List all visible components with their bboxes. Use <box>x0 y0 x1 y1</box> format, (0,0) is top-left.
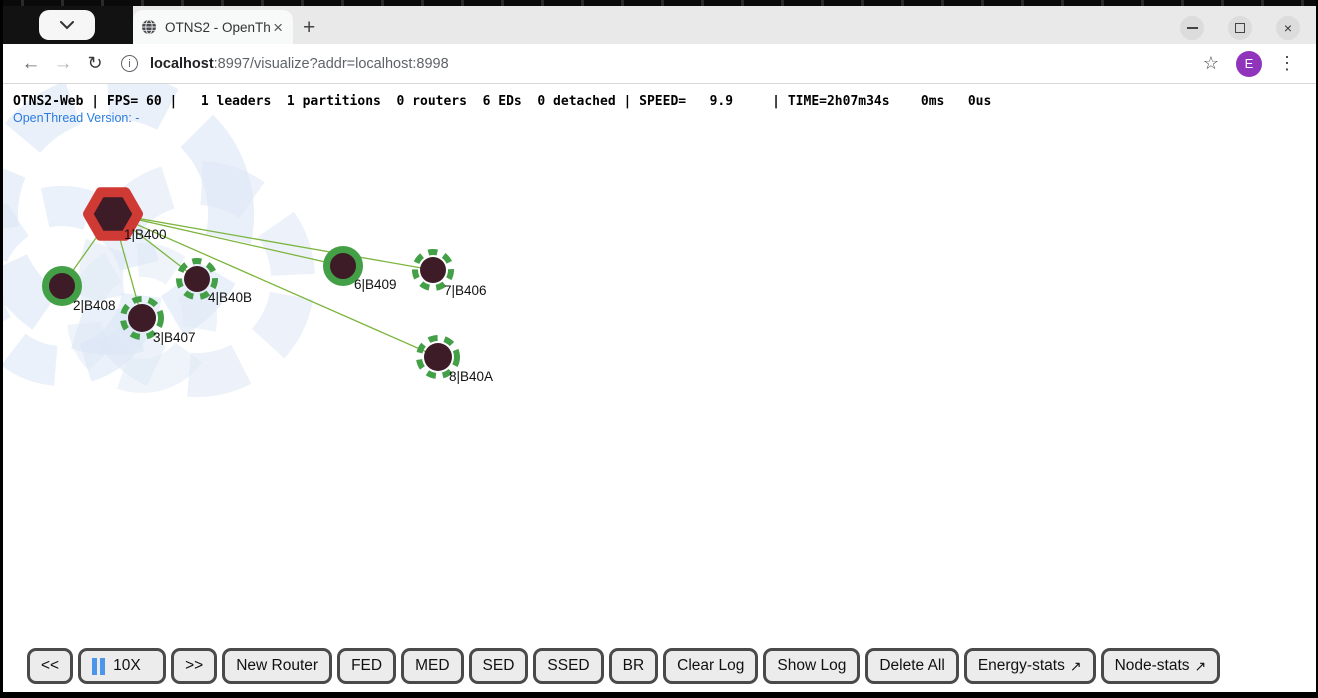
minimize-icon <box>1187 27 1198 29</box>
energy-stats-label: Energy-stats <box>978 657 1065 675</box>
node-label: 3|B407 <box>153 330 196 345</box>
clear-log-button[interactable]: Clear Log <box>663 648 758 684</box>
energy-stats-button[interactable]: Energy-stats ↗ <box>964 648 1096 684</box>
external-link-icon: ↗ <box>1070 658 1082 675</box>
node-6-b409[interactable]: 6|B409 <box>327 250 397 293</box>
browser-menu-icon[interactable]: ⋮ <box>1272 49 1302 79</box>
window-close-button[interactable]: × <box>1276 16 1300 40</box>
add-sed-button[interactable]: SED <box>469 648 529 684</box>
node-7-b406[interactable]: 7|B406 <box>415 252 487 298</box>
speed-down-button[interactable]: << <box>27 648 73 684</box>
show-log-button[interactable]: Show Log <box>763 648 860 684</box>
minimize-button[interactable] <box>1180 16 1204 40</box>
maximize-button[interactable] <box>1228 16 1252 40</box>
tab-close-icon[interactable]: × <box>271 19 285 36</box>
reload-button[interactable]: ↻ <box>79 48 111 80</box>
network-canvas: 1|B400 2|B408 3|B407 4|B40B 6|B409 <box>3 84 1316 691</box>
chevron-down-icon <box>60 21 74 30</box>
new-router-button[interactable]: New Router <box>222 648 332 684</box>
url-text: localhost:8997/visualize?addr=localhost:… <box>150 56 449 72</box>
address-bar[interactable]: i localhost:8997/visualize?addr=localhos… <box>121 48 1196 80</box>
speed-label: 10X <box>113 657 141 675</box>
new-tab-button[interactable]: + <box>303 17 315 38</box>
add-ssed-button[interactable]: SSED <box>533 648 603 684</box>
forward-button[interactable]: → <box>47 48 79 80</box>
tab-search-button[interactable] <box>39 10 95 40</box>
external-link-icon: ↗ <box>1195 658 1207 675</box>
add-med-button[interactable]: MED <box>401 648 463 684</box>
maximize-icon <box>1235 23 1245 33</box>
profile-avatar[interactable]: E <box>1236 51 1262 77</box>
browser-window: OTNS2 - OpenThread Ne × + × ← → ↻ i loca… <box>0 0 1318 698</box>
simulation-status: OTNS2-Web | FPS= 60 | 1 leaders 1 partit… <box>13 94 1316 109</box>
node-stats-button[interactable]: Node-stats ↗ <box>1101 648 1221 684</box>
speed-up-button[interactable]: >> <box>171 648 217 684</box>
pause-speed-button[interactable]: 10X <box>78 648 166 684</box>
otns-visualizer-page: OTNS2-Web | FPS= 60 | 1 leaders 1 partit… <box>3 84 1316 691</box>
openthread-version: OpenThread Version: - <box>13 111 1316 125</box>
node-4-b40b[interactable]: 4|B40B <box>179 261 252 305</box>
delete-all-button[interactable]: Delete All <box>865 648 958 684</box>
node-label: 7|B406 <box>444 283 487 298</box>
site-info-icon[interactable]: i <box>121 55 138 72</box>
control-toolbar: << 10X >> New Router FED MED SED SSED BR… <box>27 648 1220 684</box>
tab-title: OTNS2 - OpenThread Ne <box>165 20 271 35</box>
node-8-b40a[interactable]: 8|B40A <box>419 338 493 384</box>
node-label: 4|B40B <box>208 290 252 305</box>
url-path: :8997/visualize?addr=localhost:8998 <box>214 56 449 72</box>
add-br-button[interactable]: BR <box>609 648 659 684</box>
tab-bar: OTNS2 - OpenThread Ne × + × <box>3 6 1316 44</box>
node-label: 8|B40A <box>449 369 493 384</box>
node-label: 6|B409 <box>354 277 397 292</box>
navigation-bar: ← → ↻ i localhost:8997/visualize?addr=lo… <box>3 44 1316 84</box>
node-stats-label: Node-stats <box>1115 657 1190 675</box>
globe-icon <box>141 19 157 35</box>
pause-icon <box>92 658 105 675</box>
back-button[interactable]: ← <box>15 48 47 80</box>
add-fed-button[interactable]: FED <box>337 648 396 684</box>
node-label: 2|B408 <box>73 298 116 313</box>
window-controls: × <box>1180 16 1316 40</box>
url-host: localhost <box>150 56 214 72</box>
node-label: 1|B400 <box>124 227 167 242</box>
bookmark-star-icon[interactable]: ☆ <box>1196 49 1226 79</box>
tab-otns2[interactable]: OTNS2 - OpenThread Ne × <box>133 10 293 44</box>
